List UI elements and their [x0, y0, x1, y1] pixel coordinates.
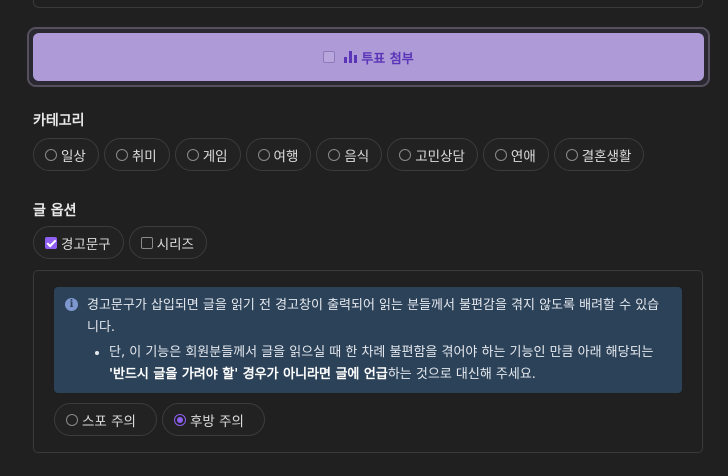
- category-option[interactable]: 결혼생활: [553, 138, 645, 171]
- category-label: 취미: [131, 148, 157, 165]
- post-options-title: 글 옵션: [33, 203, 77, 219]
- category-option[interactable]: 음식: [316, 138, 383, 171]
- spoiler-warning-option[interactable]: 스포 주의: [54, 403, 157, 436]
- info-bullet-text: 단, 이 기능은 회원분들께서 글을 읽으실 때 한 차례 불편함을 겪어야 하…: [109, 345, 654, 360]
- radio-icon: [115, 148, 128, 161]
- post-options-list: 경고문구 시리즈: [33, 226, 207, 259]
- radio-icon: [494, 148, 507, 161]
- warning-text-toggle[interactable]: 경고문구: [33, 226, 124, 259]
- option-label: 시리즈: [156, 236, 194, 253]
- radio-icon: [45, 148, 57, 161]
- poll-checkbox[interactable]: [323, 51, 336, 63]
- category-label: 게임: [202, 148, 228, 165]
- category-option[interactable]: 연애: [482, 138, 549, 171]
- warning-type-list: 스포 주의 후방 주의: [54, 403, 265, 436]
- category-list: 일상 취미 게임 여행 음식 고민상담 연애 결혼생활: [33, 138, 645, 171]
- radio-icon: [257, 148, 270, 161]
- info-main-text: 경고문구가 삽입되면 글을 읽기 전 경고창이 출력되어 읽는 분들께서 불편감…: [87, 298, 660, 335]
- info-bullet-text-end: 하는 것으로 대신해 주세요.: [387, 367, 536, 382]
- warning-options-panel: i 경고문구가 삽입되면 글을 읽기 전 경고창이 출력되어 읽는 분들께서 불…: [33, 270, 703, 453]
- category-option[interactable]: 여행: [245, 138, 312, 171]
- category-title: 카테고리: [33, 113, 85, 129]
- category-option[interactable]: 일상: [33, 138, 99, 171]
- warning-type-label: 후방 주의: [189, 413, 244, 430]
- option-label: 경고문구: [61, 236, 111, 253]
- category-label: 고민상담: [415, 148, 465, 165]
- nsfw-warning-option[interactable]: 후방 주의: [161, 403, 265, 436]
- category-label: 연애: [510, 148, 536, 165]
- warning-info-alert: i 경고문구가 삽입되면 글을 읽기 전 경고창이 출력되어 읽는 분들께서 불…: [54, 287, 682, 393]
- category-option[interactable]: 게임: [174, 138, 241, 171]
- series-toggle[interactable]: 시리즈: [128, 226, 207, 259]
- poll-attach-button[interactable]: 투표 첨부: [33, 33, 704, 81]
- bar-chart-icon: [344, 51, 358, 63]
- info-bullet-emphasis: '반드시 글을 가려야 할' 경우가 아니라면 글에 언급: [109, 367, 388, 382]
- poll-attach-wrapper: 투표 첨부: [27, 27, 710, 87]
- info-bullet-list: 단, 이 기능은 회원분들께서 글을 읽으실 때 한 차례 불편함을 겪어야 하…: [109, 342, 668, 386]
- editor-card-bottom-edge: [33, 0, 703, 8]
- radio-icon: [328, 148, 341, 161]
- radio-icon: [186, 148, 199, 161]
- category-label: 여행: [273, 148, 299, 165]
- radio-icon: [399, 148, 412, 161]
- post-editor-page: 투표 첨부 카테고리 일상 취미 게임 여행 음식 고민상담 연애 결혼생활 글…: [0, 0, 728, 476]
- category-label: 일상: [61, 148, 86, 165]
- radio-icon: [66, 413, 78, 426]
- category-option[interactable]: 취미: [103, 138, 170, 171]
- info-bullet: 단, 이 기능은 회원분들께서 글을 읽으실 때 한 차례 불편함을 겪어야 하…: [109, 342, 668, 386]
- checkbox-checked-icon: [45, 236, 57, 249]
- radio-checked-icon: [173, 413, 186, 426]
- radio-icon: [565, 148, 578, 161]
- category-option[interactable]: 고민상담: [387, 138, 478, 171]
- poll-attach-label: 투표 첨부: [361, 51, 414, 67]
- category-label: 결혼생활: [581, 148, 632, 165]
- warning-type-label: 스포 주의: [82, 413, 136, 430]
- checkbox-icon: [140, 236, 153, 249]
- category-label: 음식: [344, 148, 370, 165]
- info-icon: i: [65, 298, 78, 311]
